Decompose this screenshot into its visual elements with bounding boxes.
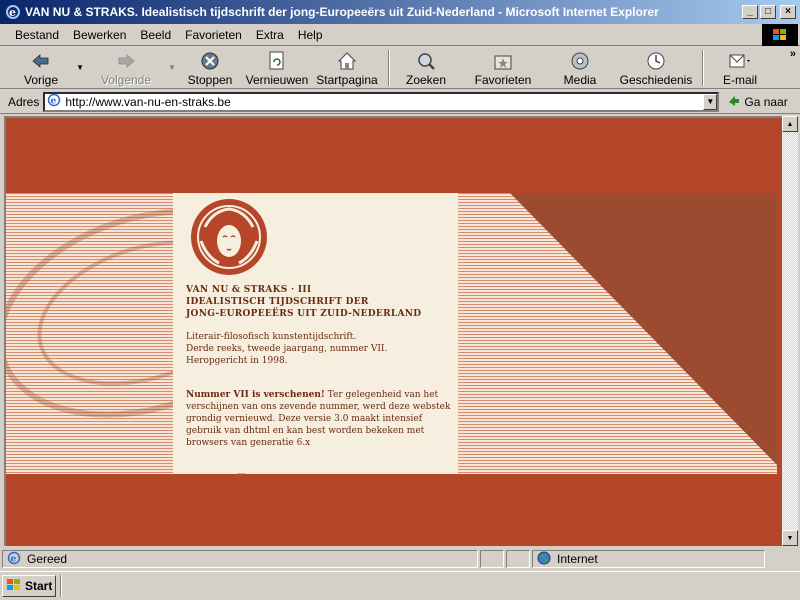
favorites-button[interactable]: Favorieten bbox=[464, 47, 542, 89]
title-line-2: IDEALISTISCH TIJDSCHRIFT DER bbox=[186, 297, 369, 307]
page-icon: e bbox=[7, 551, 21, 568]
media-button[interactable]: Media bbox=[550, 47, 610, 89]
start-label: Start bbox=[25, 579, 53, 593]
mail-label: E-mail bbox=[722, 73, 757, 87]
search-label: Zoeken bbox=[405, 73, 447, 87]
mail-icon bbox=[728, 51, 752, 71]
menu-extra[interactable]: Extra bbox=[249, 28, 291, 42]
address-label: Adres bbox=[8, 94, 40, 109]
status-main: e Gereed bbox=[2, 550, 478, 568]
status-pane bbox=[506, 550, 530, 568]
news-paragraph: Nummer VII is verschenen! Ter gelegenhei… bbox=[186, 389, 451, 449]
maximize-button[interactable]: □ bbox=[760, 5, 776, 19]
close-button[interactable]: × bbox=[780, 5, 796, 19]
svg-text:e: e bbox=[11, 554, 17, 564]
chevron-down-icon[interactable]: ▼ bbox=[168, 63, 176, 72]
page-viewport: VAN NU & STRAKS · III IDEALISTISCH TIJDS… bbox=[4, 116, 782, 546]
start-button[interactable]: Start bbox=[2, 575, 56, 597]
page-title: VAN NU & STRAKS · III IDEALISTISCH TIJDS… bbox=[186, 284, 451, 320]
news-heading: Nummer VII is verschenen! bbox=[186, 390, 325, 400]
intro-panel: VAN NU & STRAKS · III IDEALISTISCH TIJDS… bbox=[173, 193, 458, 473]
home-label: Startpagina bbox=[316, 73, 378, 87]
status-text: Gereed bbox=[27, 552, 68, 566]
back-label: Vorige bbox=[23, 73, 59, 87]
toolbar-separator bbox=[388, 50, 390, 86]
windows-logo-icon bbox=[762, 24, 798, 46]
title-line-3: JONG-EUROPEEËRS UIT ZUID-NEDERLAND bbox=[186, 309, 422, 319]
media-icon bbox=[570, 51, 590, 71]
home-icon bbox=[337, 51, 357, 71]
forward-label: Volgende bbox=[100, 73, 152, 87]
ie-icon: e bbox=[5, 4, 21, 20]
mail-button[interactable]: E-mail bbox=[710, 47, 770, 89]
search-icon bbox=[416, 51, 436, 71]
address-input[interactable] bbox=[65, 94, 718, 109]
title-line-1: VAN NU & STRAKS · III bbox=[186, 285, 312, 295]
back-arrow-icon bbox=[31, 51, 51, 71]
history-button[interactable]: Geschiedenis bbox=[616, 47, 696, 89]
menu-bewerken[interactable]: Bewerken bbox=[66, 28, 133, 42]
status-bar: e Gereed Internet bbox=[0, 548, 800, 570]
history-label: Geschiedenis bbox=[619, 73, 693, 87]
stop-button[interactable]: Stoppen bbox=[178, 47, 242, 89]
toolbar-separator bbox=[702, 50, 704, 86]
svg-text:e: e bbox=[9, 6, 16, 19]
window-title: VAN NU & STRAKS. Idealistisch tijdschrif… bbox=[25, 5, 659, 19]
refresh-label: Vernieuwen bbox=[245, 73, 309, 87]
title-bar: e VAN NU & STRAKS. Idealistisch tijdschr… bbox=[0, 0, 800, 24]
history-icon bbox=[646, 51, 666, 71]
taskbar: Start bbox=[0, 571, 800, 600]
svg-text:e: e bbox=[51, 97, 57, 107]
stop-icon bbox=[200, 51, 220, 71]
menu-beeld[interactable]: Beeld bbox=[133, 28, 178, 42]
menu-bestand[interactable]: Bestand bbox=[8, 28, 66, 42]
taskbar-separator bbox=[60, 575, 62, 597]
stop-label: Stoppen bbox=[187, 73, 233, 87]
page-description: Literair-filosofisch kunstentijdschrift.… bbox=[186, 331, 451, 367]
page-icon: e bbox=[47, 93, 61, 110]
address-box: e ▼ bbox=[43, 91, 720, 112]
medusa-logo bbox=[191, 199, 267, 275]
desc-line-1: Literair-filosofisch kunstentijdschrift. bbox=[186, 332, 357, 342]
status-zone: Internet bbox=[532, 550, 765, 568]
menu-bar: Bestand Bewerken Beeld Favorieten Extra … bbox=[0, 24, 800, 46]
go-button[interactable]: Ga naar bbox=[727, 94, 788, 109]
go-label: Ga naar bbox=[744, 94, 788, 109]
forward-button[interactable]: Volgende ▼ bbox=[86, 47, 176, 89]
home-button[interactable]: Startpagina bbox=[312, 47, 382, 89]
scroll-down-button[interactable]: ▼ bbox=[782, 530, 798, 546]
chevron-down-icon[interactable]: ▼ bbox=[76, 63, 84, 72]
windows-logo-icon bbox=[6, 578, 22, 595]
desc-line-3: Heropgericht in 1998. bbox=[186, 356, 288, 366]
chevron-right-icon[interactable]: » bbox=[790, 48, 796, 60]
browser-window: e VAN NU & STRAKS. Idealistisch tijdschr… bbox=[0, 0, 800, 571]
refresh-button[interactable]: Vernieuwen bbox=[242, 47, 312, 89]
standard-toolbar: Vorige ▼ Volgende ▼ Stoppen Vernieuwen S… bbox=[0, 47, 800, 89]
address-bar: Adres e ▼ Ga naar bbox=[0, 90, 800, 114]
favorites-icon bbox=[493, 51, 513, 71]
chevron-down-icon[interactable]: ▼ bbox=[703, 93, 718, 110]
menu-help[interactable]: Help bbox=[291, 28, 330, 42]
forward-arrow-icon bbox=[116, 51, 136, 71]
status-pane bbox=[480, 550, 504, 568]
scroll-up-button[interactable]: ▲ bbox=[782, 116, 798, 132]
refresh-icon bbox=[268, 51, 286, 71]
vertical-scrollbar[interactable]: ▲ ▼ bbox=[782, 116, 798, 546]
page-banner: VAN NU & STRAKS · III IDEALISTISCH TIJDS… bbox=[6, 193, 777, 474]
favorites-label: Favorieten bbox=[474, 73, 532, 87]
back-button[interactable]: Vorige ▼ bbox=[8, 47, 84, 89]
globe-icon bbox=[537, 551, 551, 568]
minimize-button[interactable]: _ bbox=[742, 5, 758, 19]
search-button[interactable]: Zoeken bbox=[396, 47, 456, 89]
desc-line-2: Derde reeks, tweede jaargang, nummer VII… bbox=[186, 344, 388, 354]
media-label: Media bbox=[563, 73, 597, 87]
go-arrow-icon bbox=[727, 94, 741, 109]
zone-label: Internet bbox=[557, 552, 598, 566]
menu-favorieten[interactable]: Favorieten bbox=[178, 28, 249, 42]
